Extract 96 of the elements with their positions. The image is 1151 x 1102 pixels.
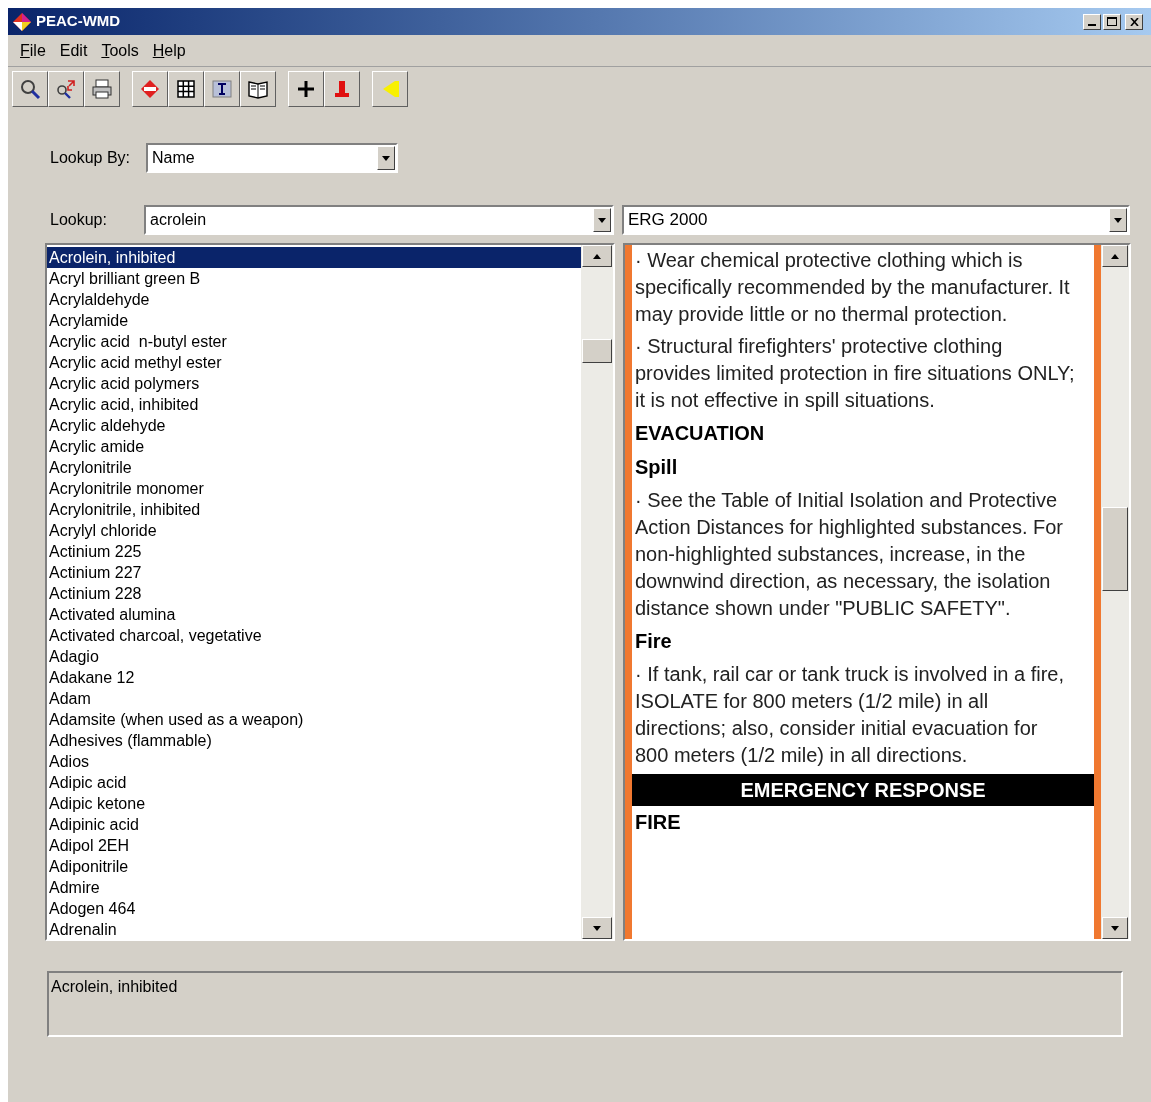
list-item[interactable]: Adagio <box>47 646 581 667</box>
list-item[interactable]: Adhesives (flammable) <box>47 730 581 751</box>
down-arrow-icon <box>1111 925 1119 931</box>
list-item[interactable]: Acrylic acid methyl ester <box>47 352 581 373</box>
scroll-up-button[interactable] <box>1102 245 1128 267</box>
list-item[interactable]: Acrylamide <box>47 310 581 331</box>
book-icon <box>247 78 269 100</box>
list-item[interactable]: Admire <box>47 877 581 898</box>
list-item[interactable]: Acrylonitrile monomer <box>47 478 581 499</box>
lookup-dropdown[interactable]: acrolein <box>144 205 614 235</box>
scroll-up-button[interactable] <box>582 245 612 267</box>
list-item[interactable]: Adipinic acid <box>47 814 581 835</box>
toolbar-button[interactable] <box>288 71 324 107</box>
list-item[interactable]: Adrenalin <box>47 919 581 939</box>
list-item[interactable]: Acrylic amide <box>47 436 581 457</box>
close-button[interactable] <box>1125 13 1143 30</box>
dropdown-arrow-button[interactable] <box>377 146 395 170</box>
list-item[interactable]: Acrylic acid, inhibited <box>47 394 581 415</box>
toolbar-button[interactable] <box>240 71 276 107</box>
caret-icon <box>382 155 390 161</box>
toolbar-button[interactable] <box>204 71 240 107</box>
paragraph: · If tank, rail car or tank truck is involved in a fire, ISOLATE for 800 meters (1/2 mile) in all directions; also, consider initial evacuation for 800 meters (1/2 mile) in all directions. <box>634 662 1066 768</box>
list-item[interactable]: Acrylyl chloride <box>47 520 581 541</box>
list-item[interactable]: Adipol 2EH <box>47 835 581 856</box>
toolbar-button[interactable] <box>324 71 360 107</box>
scroll-thumb[interactable] <box>1102 507 1128 591</box>
plus-icon <box>295 78 317 100</box>
list-item[interactable]: Adipic acid <box>47 772 581 793</box>
list-item[interactable]: Acryl brilliant green B <box>47 268 581 289</box>
list-item[interactable]: Adam <box>47 688 581 709</box>
list-item[interactable]: Actinium 228 <box>47 583 581 604</box>
caret-icon <box>1114 217 1122 223</box>
paragraph: · Structural firefighters' protective clothing provides limited protection in fire situations ONLY; it is not effective in spill situations. <box>634 334 1076 413</box>
scroll-down-button[interactable] <box>582 917 612 939</box>
section-heading: Fire <box>634 629 673 654</box>
list-item[interactable]: Acrolein, inhibited <box>47 247 581 268</box>
section-heading: Spill <box>634 455 679 480</box>
list-item[interactable]: Adios <box>47 751 581 772</box>
menu-item[interactable]: File <box>20 38 46 63</box>
list-item[interactable]: Acrylaldehyde <box>47 289 581 310</box>
down-arrow-icon <box>593 925 601 931</box>
magnifier-icon <box>19 78 41 100</box>
scrollbar[interactable] <box>581 245 613 939</box>
close-icon <box>1129 17 1139 26</box>
paragraph: · Wear chemical protective clothing which is specifically recommended by the manufacturer. It may provide little or no thermal protection. <box>634 248 1071 327</box>
minimize-icon <box>1088 23 1096 26</box>
toolbar-button[interactable] <box>372 71 408 107</box>
list-item[interactable]: Acrylic acid n-butyl ester <box>47 331 581 352</box>
list-item[interactable]: Adiponitrile <box>47 856 581 877</box>
magnifier-arrows-icon <box>55 78 77 100</box>
caret-icon <box>598 217 606 223</box>
menu-item[interactable]: Tools <box>101 38 139 63</box>
list-item[interactable]: Adipic ketone <box>47 793 581 814</box>
section-heading: EVACUATION <box>634 421 766 446</box>
toolbar-button[interactable] <box>168 71 204 107</box>
maximize-icon <box>1107 17 1117 26</box>
list-item[interactable]: Acrylic acid polymers <box>47 373 581 394</box>
menu-item[interactable]: Edit <box>59 38 88 63</box>
dropdown-arrow-button[interactable] <box>593 208 611 232</box>
printer-icon <box>91 78 113 100</box>
diamond-icon <box>139 78 161 100</box>
list-item[interactable]: Adakane 12 <box>47 667 581 688</box>
guide-dropdown[interactable]: ERG 2000 <box>622 205 1130 235</box>
toolbar-button[interactable] <box>48 71 84 107</box>
toolbar-button[interactable] <box>12 71 48 107</box>
lookup-label: Lookup: <box>50 210 108 230</box>
list-item[interactable]: Acrylic aldehyde <box>47 415 581 436</box>
scrollbar[interactable] <box>1101 245 1129 939</box>
minimize-button[interactable] <box>1083 13 1101 30</box>
table-icon <box>175 78 197 100</box>
window-title: PEAC-WMD <box>36 11 121 32</box>
paragraph: · See the Table of Initial Isolation and Protective Action Distances for highlighted substances. For non-highlighted substances, increase, in the downwind direction, as necessary, the isolation distance shown under "PUBLIC SAFETY". <box>634 488 1064 621</box>
list-item[interactable]: Adamsite (when used as a weapon) <box>47 709 581 730</box>
list-item[interactable]: Activated charcoal, vegetative <box>47 625 581 646</box>
menu-item[interactable]: Help <box>152 38 186 63</box>
section-banner: EMERGENCY RESPONSE <box>632 774 1094 806</box>
text-icon <box>211 78 233 100</box>
list-item[interactable]: Actinium 227 <box>47 562 581 583</box>
list-item[interactable]: Actinium 225 <box>47 541 581 562</box>
lookup-by-label: Lookup By: <box>50 148 132 168</box>
maximize-button[interactable] <box>1103 13 1121 30</box>
section-heading: FIRE <box>634 810 682 835</box>
scroll-thumb[interactable] <box>582 339 612 363</box>
list-item[interactable]: Adogen 464 <box>47 898 581 919</box>
list-item[interactable]: Acrylonitrile, inhibited <box>47 499 581 520</box>
dropdown-arrow-button[interactable] <box>1109 208 1127 232</box>
list-item[interactable]: Acrylonitrile <box>47 457 581 478</box>
up-arrow-icon <box>1111 253 1119 259</box>
up-arrow-icon <box>593 253 601 259</box>
scroll-down-button[interactable] <box>1102 917 1128 939</box>
list-item[interactable]: Activated alumina <box>47 604 581 625</box>
toolbar-button[interactable] <box>132 71 168 107</box>
toolbar-button[interactable] <box>84 71 120 107</box>
status-box: Acrolein, inhibited <box>47 971 1123 1037</box>
app-logo-icon <box>12 11 32 32</box>
lookup-by-dropdown[interactable]: Name <box>146 143 398 173</box>
